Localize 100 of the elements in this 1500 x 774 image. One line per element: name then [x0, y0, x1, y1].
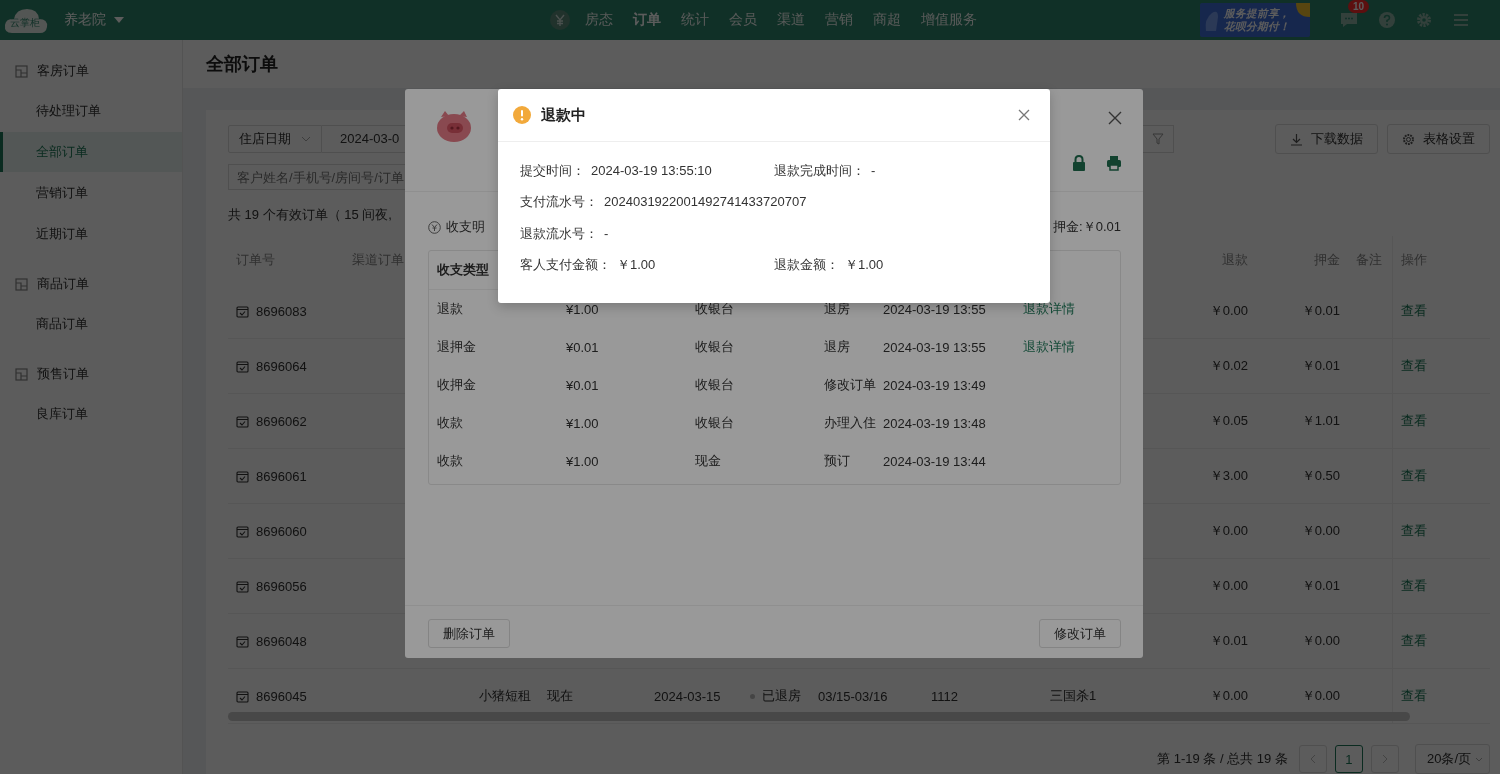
view-link[interactable]: 查看 — [1401, 687, 1427, 705]
order-number[interactable]: 8696060 — [256, 523, 307, 539]
nav-tab[interactable]: 商超 — [873, 11, 901, 29]
table-cell: ￥0.01 — [1301, 357, 1340, 375]
field-label: 客人支付金额： — [520, 257, 611, 273]
chevron-right-icon — [1381, 754, 1388, 764]
page-size-select[interactable]: 20条/页 — [1414, 744, 1490, 774]
table-cell: 收款 — [437, 453, 463, 468]
order-number[interactable]: 8696048 — [256, 633, 307, 649]
refund-detail-link[interactable]: 退款详情 — [1023, 339, 1075, 354]
view-link[interactable]: 查看 — [1401, 357, 1427, 375]
toolbar-button[interactable]: 下载数据 — [1275, 124, 1378, 154]
table-cell: ¥1.00 — [566, 453, 599, 469]
section-title: 收支明 — [446, 218, 485, 236]
help-icon[interactable] — [1379, 12, 1395, 28]
hotel-switcher[interactable]: 养老院 — [64, 11, 124, 29]
view-link[interactable]: 查看 — [1401, 577, 1427, 595]
chevron-down-icon — [1475, 756, 1483, 762]
footer-button[interactable]: 删除订单 — [428, 619, 510, 648]
close-icon[interactable] — [1108, 111, 1122, 125]
table-cell: 2024-03-19 13:49 — [883, 377, 986, 393]
table-cell: ￥0.00 — [1209, 302, 1248, 320]
table-cell: 退房 — [824, 339, 850, 354]
close-icon[interactable] — [1018, 109, 1030, 121]
order-icon — [15, 64, 28, 78]
page-title: 全部订单 — [206, 53, 278, 76]
caret-down-icon — [114, 17, 124, 23]
yuan-coin-icon — [550, 10, 570, 30]
table-cell: 收银台 — [695, 339, 734, 354]
table-cell: ¥1.00 — [566, 415, 599, 431]
order-number[interactable]: 8696061 — [256, 468, 307, 484]
field-label: 退款金额： — [774, 257, 839, 273]
sidebar-item[interactable]: 全部订单 — [0, 132, 182, 172]
table-cell: ￥0.01 — [1301, 302, 1340, 320]
nav-tab[interactable]: 订单 — [633, 11, 661, 29]
order-number[interactable]: 8696083 — [256, 303, 307, 319]
nav-tab[interactable]: 渠道 — [777, 11, 805, 29]
view-link[interactable]: 查看 — [1401, 467, 1427, 485]
deposit-total: 押金:￥0.01 — [1053, 218, 1121, 236]
printer-icon[interactable] — [1106, 155, 1122, 171]
nav-tab[interactable]: 会员 — [729, 11, 757, 29]
sidebar-item[interactable]: 近期订单 — [0, 214, 182, 254]
banner-text: 花呗分期付！ — [1224, 20, 1290, 33]
sidebar-item[interactable]: 待处理订单 — [0, 91, 182, 131]
footer-button[interactable]: 修改订单 — [1039, 619, 1121, 648]
sidebar-item[interactable]: 商品订单 — [0, 304, 182, 344]
table-cell: 预订 — [824, 453, 850, 468]
field-value: - — [604, 225, 609, 241]
chat-icon[interactable] — [1340, 12, 1358, 28]
next-page-button[interactable] — [1370, 745, 1399, 773]
order-number[interactable]: 8696056 — [256, 578, 307, 594]
order-number[interactable]: 8696062 — [256, 413, 307, 429]
calendar-check-icon — [236, 579, 249, 593]
table-cell: 收银台 — [695, 377, 734, 392]
toolbar-button[interactable]: 表格设置 — [1387, 124, 1490, 154]
table-cell: 2024-03-19 13:55 — [883, 339, 986, 355]
nav-tab[interactable]: 增值服务 — [921, 11, 977, 29]
table-cell: ￥0.50 — [1301, 467, 1340, 485]
sidebar-group-title: 预售订单 — [37, 365, 89, 383]
nav-tab[interactable]: 统计 — [681, 11, 709, 29]
page-button[interactable]: 1 — [1334, 745, 1363, 773]
refund-detail-link[interactable]: 退款详情 — [1023, 301, 1075, 316]
table-cell: 2024-03-19 13:48 — [883, 415, 986, 431]
table-cell: ￥0.00 — [1209, 577, 1248, 595]
promo-banner[interactable]: 服务提前享， 花呗分期付！ — [1200, 3, 1310, 37]
nav-tab[interactable]: 营销 — [825, 11, 853, 29]
download-icon — [1290, 132, 1303, 146]
calendar-check-icon — [236, 689, 249, 703]
date-type-select[interactable]: 住店日期 — [228, 125, 322, 153]
warning-icon — [513, 106, 531, 124]
column-header: 收支类型 — [437, 261, 489, 279]
settings-icon — [1402, 132, 1415, 146]
nav-tab[interactable]: 房态 — [585, 11, 613, 29]
field-label: 退款完成时间： — [774, 162, 865, 178]
count-badge: 10 — [1348, 0, 1370, 13]
order-number[interactable]: 8696064 — [256, 358, 307, 374]
table-cell: ￥0.00 — [1209, 687, 1248, 705]
menu-icon[interactable] — [1453, 13, 1469, 27]
table-cell: 03/15-03/16 — [818, 688, 888, 704]
view-link[interactable]: 查看 — [1401, 412, 1427, 430]
field-label: 提交时间： — [520, 162, 585, 178]
table-cell: 已退房 — [762, 687, 801, 705]
table-cell: ￥0.01 — [1301, 577, 1340, 595]
table-cell: 修改订单 — [824, 377, 876, 392]
table-cell: 现在 — [547, 687, 573, 705]
order-summary: 共 19 个有效订单（ 15 间夜, — [228, 206, 393, 224]
sidebar-item[interactable]: 营销订单 — [0, 173, 182, 213]
view-link[interactable]: 查看 — [1401, 632, 1427, 650]
sidebar-item[interactable]: 良库订单 — [0, 394, 182, 434]
order-number[interactable]: 8696045 — [256, 688, 307, 704]
table-cell: 小猪短租 — [479, 687, 531, 705]
table-cell: ¥1.00 — [566, 301, 599, 317]
settings-icon[interactable] — [1416, 12, 1432, 28]
table-cell: 1112 — [931, 688, 958, 704]
table-cell: 现金 — [695, 453, 721, 468]
prev-page-button[interactable] — [1298, 745, 1327, 773]
table-cell: ￥0.00 — [1301, 522, 1340, 540]
lock-icon[interactable] — [1072, 155, 1086, 171]
view-link[interactable]: 查看 — [1401, 302, 1427, 320]
view-link[interactable]: 查看 — [1401, 522, 1427, 540]
